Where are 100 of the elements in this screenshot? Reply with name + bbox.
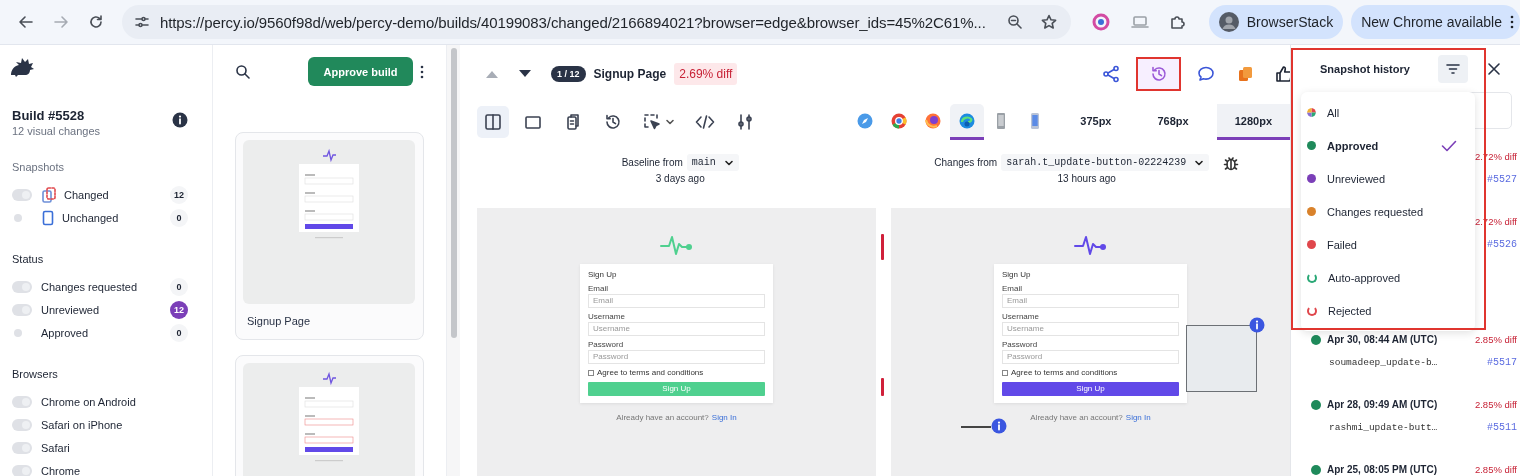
avatar-icon	[1218, 12, 1239, 32]
edge-browser-tab[interactable]	[950, 104, 985, 140]
build-link[interactable]: #5527	[1487, 173, 1517, 185]
toggle-switch[interactable]	[12, 280, 32, 293]
info-icon	[172, 112, 188, 128]
filter-button[interactable]	[1438, 54, 1468, 83]
menu-item[interactable]: Rejected	[1301, 294, 1475, 327]
info-button[interactable]	[172, 112, 188, 128]
build-link[interactable]: #5511	[1487, 421, 1517, 433]
branch-name: rashmi_update-butt…	[1329, 421, 1438, 433]
site-settings-button[interactable]	[133, 14, 150, 30]
branch-selector[interactable]: main	[686, 154, 739, 171]
edge-icon	[958, 111, 977, 130]
search-button[interactable]	[235, 63, 251, 80]
hedgehog-logo-icon	[9, 57, 35, 77]
field-label: Password	[588, 340, 625, 349]
toggle-switch[interactable]	[12, 441, 32, 454]
star-icon	[1040, 14, 1057, 30]
diff-value: 2.85% diff	[1474, 399, 1517, 411]
menu-item[interactable]: All	[1301, 96, 1475, 129]
firefox-icon	[924, 111, 943, 130]
toggle-switch[interactable]	[12, 464, 32, 476]
build-subtitle: 12 visual changes	[12, 125, 101, 137]
toggle-switch[interactable]	[12, 395, 32, 408]
toggle-switch[interactable]	[12, 188, 32, 201]
more-icon	[420, 63, 424, 80]
split-view-tool[interactable]	[477, 106, 509, 138]
extension-button[interactable]	[1090, 12, 1111, 32]
width-tab[interactable]: 1280px	[1216, 104, 1290, 140]
region-select-icon	[643, 113, 661, 131]
menu-item[interactable]: Changes requested	[1301, 195, 1475, 228]
share-icon	[1102, 64, 1120, 83]
debug-button[interactable]	[1223, 154, 1240, 171]
history-icon	[1149, 64, 1168, 83]
menu-item[interactable]: Approved	[1301, 129, 1475, 162]
reload-icon	[87, 14, 104, 30]
split-view-icon	[484, 113, 502, 131]
menu-item[interactable]: Auto-approved	[1301, 261, 1475, 294]
approve-build-button[interactable]: Approve build	[307, 57, 414, 86]
bug-icon	[1223, 154, 1240, 171]
laptop-icon	[1130, 14, 1149, 30]
snapshot-title: Signup Page	[593, 66, 667, 81]
section-heading: Browsers	[12, 368, 59, 380]
bookmark-button[interactable]	[1040, 14, 1057, 30]
count-badge: 0	[170, 208, 188, 227]
branch-selector[interactable]: sarah.t_update-button-02224239	[1001, 154, 1210, 171]
section-heading: Status	[12, 253, 45, 265]
extensions-button[interactable]	[1168, 14, 1185, 30]
info-icon[interactable]	[1249, 317, 1265, 333]
sign-in-link[interactable]: Sign In	[711, 413, 737, 422]
more-button[interactable]	[420, 63, 424, 80]
history-button[interactable]	[1136, 56, 1181, 91]
filter-label: Changes requested	[41, 280, 138, 293]
checkbox[interactable]	[588, 370, 594, 376]
stack-icon	[1236, 64, 1254, 83]
status-dot	[1311, 400, 1321, 410]
form-title: Sign Up	[588, 270, 618, 280]
field-label: Password	[1002, 340, 1039, 349]
width-tab[interactable]: 768px	[1139, 104, 1207, 140]
filter-label: Safari on iPhone	[41, 418, 124, 431]
update-button[interactable]: New Chrome available	[1351, 5, 1520, 39]
build-title: Build #5528	[12, 108, 86, 123]
timestamp: 3 days ago	[655, 173, 705, 184]
ring-icon	[1090, 12, 1111, 32]
build-link[interactable]: #5526	[1487, 238, 1517, 250]
toggle-switch[interactable]	[12, 303, 32, 316]
close-button[interactable]	[1487, 61, 1501, 76]
snapshot-title: Signup Page	[247, 315, 311, 327]
menu-item[interactable]: Failed	[1301, 228, 1475, 261]
position-badge: 1 / 12	[551, 65, 586, 82]
copy-icon	[564, 113, 582, 131]
field-label: Username	[588, 312, 626, 321]
profile-button[interactable]: BrowserStack	[1208, 5, 1344, 39]
checkbox[interactable]	[1002, 370, 1008, 376]
sign-in-link[interactable]: Sign In	[1125, 413, 1151, 422]
source-label: Changes from	[934, 157, 998, 168]
filter-label: Safari	[41, 441, 71, 454]
multicolor-dot-icon	[1307, 108, 1316, 117]
signup-button[interactable]: Sign Up	[1002, 382, 1179, 396]
chrome-icon	[890, 111, 909, 130]
toggle-switch[interactable]	[12, 418, 32, 431]
field-label: Username	[1002, 312, 1040, 321]
status-dot	[1311, 335, 1321, 345]
checkbox-label: Agree to terms and conditions	[597, 368, 704, 378]
menu-item[interactable]: Unreviewed	[1301, 162, 1475, 195]
info-icon[interactable]	[991, 418, 1007, 434]
more-icon	[1510, 14, 1514, 30]
snapshot-card[interactable]: Signup Page	[235, 132, 424, 340]
source-label: Baseline from	[621, 157, 683, 168]
zoom-button[interactable]	[1006, 14, 1023, 30]
diff-marker	[881, 378, 884, 396]
zoom-icon	[1006, 14, 1023, 30]
scrollbar[interactable]	[447, 45, 460, 476]
count-badge: 0	[170, 277, 188, 296]
compass-icon	[856, 111, 875, 130]
filter-label: Chrome	[41, 464, 82, 476]
single-view-icon	[524, 113, 542, 131]
width-tab[interactable]: 375px	[1062, 104, 1130, 140]
build-link[interactable]: #5517	[1487, 356, 1517, 368]
panel-title: Snapshot history	[1320, 62, 1411, 75]
